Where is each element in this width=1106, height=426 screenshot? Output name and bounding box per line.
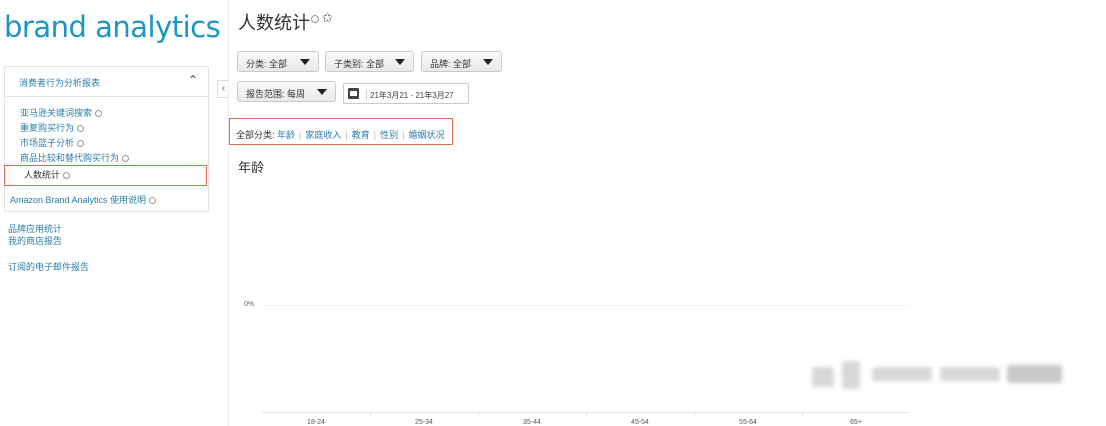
sidebar-item-market-basket[interactable]: 市场篮子分析 xyxy=(20,136,85,149)
sidebar-item-usage-guide[interactable]: Amazon Brand Analytics 使用说明 xyxy=(10,193,157,206)
sidebar-item-label: 商品比较和替代购买行为 xyxy=(20,153,120,163)
x-tick-mark xyxy=(586,412,587,417)
x-tick-label: 25-34 xyxy=(415,419,433,426)
tabs-prefix: 全部分类: xyxy=(236,130,275,140)
caret-down-icon xyxy=(483,59,493,65)
x-tick-label: 55-64 xyxy=(739,419,757,426)
selected-item-highlight xyxy=(4,165,207,186)
tab-gender[interactable]: 性别 xyxy=(380,130,398,140)
dropdown-label: 报告范围: 每周 xyxy=(246,89,306,99)
demographic-tabs: 全部分类: 年龄 | 家庭收入 | 教育 | 性别 | 婚姻状况 xyxy=(236,130,445,140)
info-icon xyxy=(77,125,85,132)
y-tick-label: 0% xyxy=(244,301,255,308)
subcategory-dropdown[interactable]: 子类别: 全部 xyxy=(325,51,414,72)
report-menu-title: 消费者行为分析报表 xyxy=(19,78,101,88)
x-tick-label: 65+ xyxy=(850,419,862,426)
tab-marital-status[interactable]: 婚姻状况 xyxy=(408,130,444,140)
sidebar-item-label: 重复购买行为 xyxy=(20,123,75,133)
x-tick-mark xyxy=(370,412,371,417)
sidebar-item-label: 亚马逊关键词搜索 xyxy=(20,108,93,118)
sidebar-item-search-terms[interactable]: 亚马逊关键词搜索 xyxy=(20,106,103,119)
info-icon xyxy=(149,197,157,204)
x-tick-label: 45-54 xyxy=(631,419,649,426)
caret-down-icon xyxy=(395,59,405,65)
sidebar-link-store-report[interactable]: 我的商店报告 xyxy=(8,234,62,247)
zero-gridline xyxy=(262,305,910,306)
calendar-icon[interactable] xyxy=(348,88,359,99)
brand-dropdown[interactable]: 品牌: 全部 xyxy=(421,51,502,72)
x-tick-label: 18-24 xyxy=(307,419,325,426)
sidebar-item-repeat-purchase[interactable]: 重复购买行为 xyxy=(20,121,85,134)
sidebar-link-email-reports[interactable]: 订阅的电子邮件报告 xyxy=(8,260,89,273)
tab-household-income[interactable]: 家庭收入 xyxy=(305,130,341,140)
dropdown-label: 品牌: 全部 xyxy=(430,59,472,69)
report-range-dropdown[interactable]: 报告范围: 每周 xyxy=(237,81,336,102)
category-dropdown[interactable]: 分类: 全部 xyxy=(237,51,319,72)
date-range-picker[interactable]: 21年3月21 - 21年3月27 xyxy=(343,83,469,104)
chart-title: 年龄 xyxy=(238,160,265,175)
tab-education[interactable]: 教育 xyxy=(352,130,370,140)
date-range-text: 21年3月21 - 21年3月27 xyxy=(370,91,454,100)
dropdown-label: 子类别: 全部 xyxy=(334,59,385,69)
caret-down-icon xyxy=(317,89,327,95)
info-icon[interactable] xyxy=(311,15,319,23)
star-icon[interactable]: ✩ xyxy=(322,10,333,26)
dropdown-label: 分类: 全部 xyxy=(246,59,288,69)
sidebar-item-label: 市场篮子分析 xyxy=(20,138,75,148)
x-tick-mark xyxy=(478,412,479,417)
sidebar-item-item-comparison[interactable]: 商品比较和替代购买行为 xyxy=(20,151,130,164)
sidebar-divider xyxy=(228,0,229,426)
tab-age[interactable]: 年龄 xyxy=(277,130,295,140)
page-title: 人数统计 xyxy=(238,13,310,33)
info-icon xyxy=(95,110,103,117)
info-icon xyxy=(122,155,130,162)
chevron-up-icon[interactable]: ⌃ xyxy=(188,73,198,87)
sidebar-item-label: Amazon Brand Analytics 使用说明 xyxy=(10,195,147,205)
brand-logo: brand analytics xyxy=(4,10,221,44)
x-tick-mark xyxy=(694,412,695,417)
x-tick-mark xyxy=(802,412,803,417)
watermark xyxy=(812,357,1082,397)
date-divider xyxy=(366,90,367,100)
caret-down-icon xyxy=(300,59,310,65)
x-tick-label: 35-44 xyxy=(523,419,541,426)
report-menu-header[interactable]: 消费者行为分析报表 ⌃ xyxy=(5,67,208,97)
info-icon xyxy=(77,140,85,147)
